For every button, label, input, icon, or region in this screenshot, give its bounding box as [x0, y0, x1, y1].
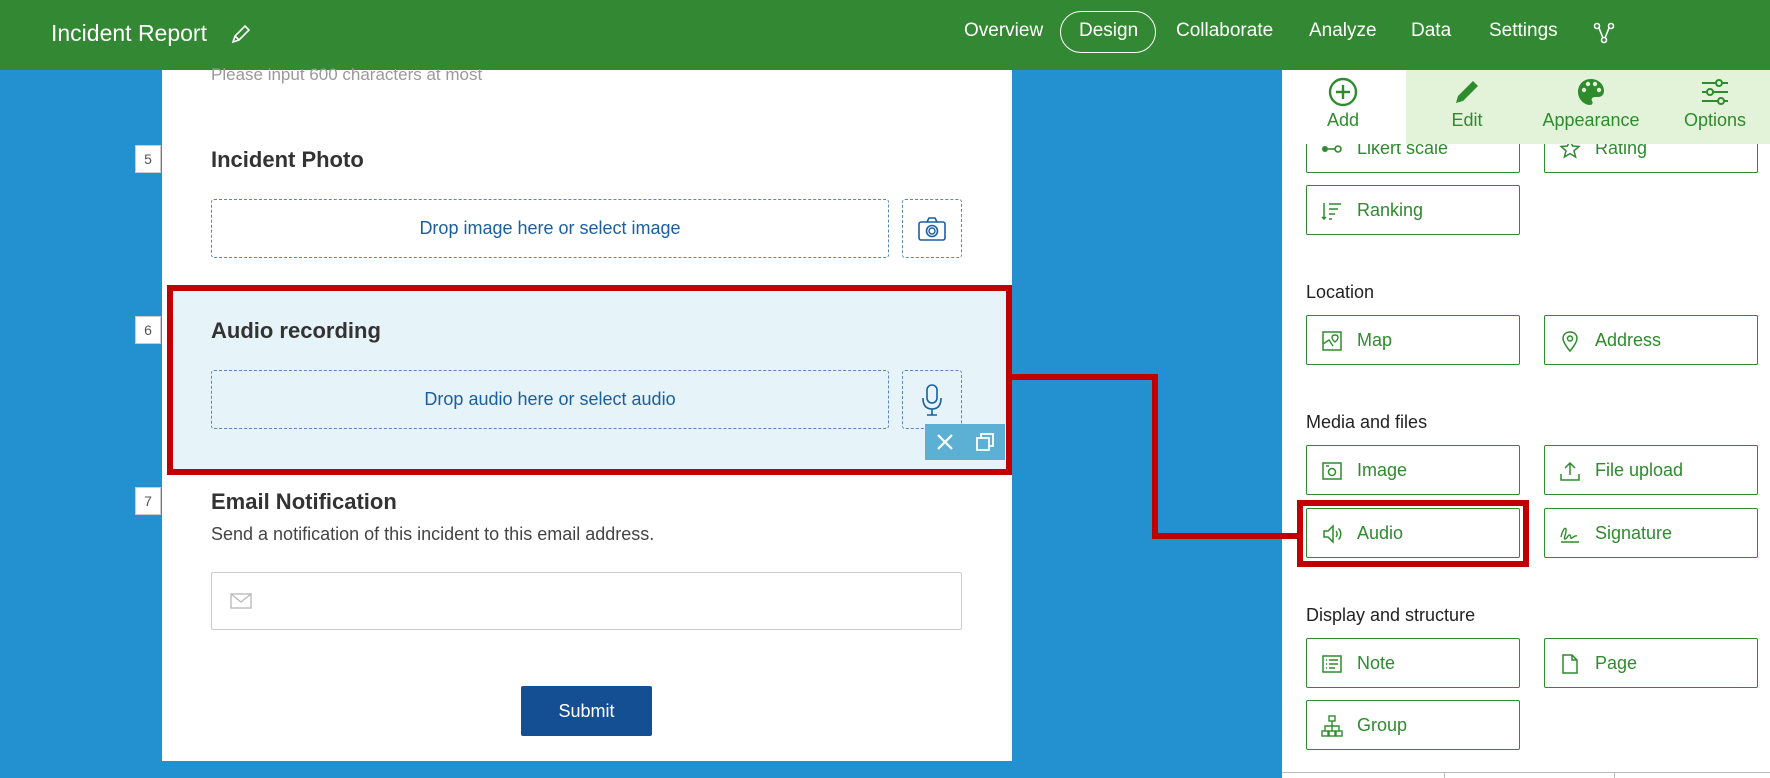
group-label: Group — [1357, 715, 1408, 735]
nav-design[interactable]: Design — [1079, 20, 1138, 42]
add-group-button[interactable]: Group — [1306, 700, 1520, 750]
section-media: Media and files — [1306, 412, 1428, 432]
add-file-upload-button[interactable]: File upload — [1544, 445, 1758, 495]
image-icon — [1322, 462, 1342, 480]
note-icon — [1322, 655, 1342, 673]
app-title: Incident Report — [51, 20, 207, 46]
question-number: 7 — [135, 487, 161, 515]
add-image-button[interactable]: Image — [1306, 445, 1520, 495]
signature-label: Signature — [1595, 523, 1673, 543]
tab-edit[interactable]: Edit — [1412, 76, 1522, 142]
note-label: Note — [1357, 653, 1396, 673]
nav-collaborate[interactable]: Collaborate — [1176, 20, 1273, 42]
share-icon[interactable] — [1591, 20, 1617, 46]
signature-icon — [1560, 527, 1579, 543]
highlight-connector — [1010, 374, 1158, 380]
nav-settings[interactable]: Settings — [1489, 20, 1558, 42]
question-title-audio: Audio recording — [211, 318, 381, 343]
highlight-connector — [1152, 533, 1300, 539]
add-signature-button[interactable]: Signature — [1544, 508, 1758, 558]
tab-options[interactable]: Options — [1660, 76, 1770, 142]
camera-button[interactable] — [902, 199, 962, 258]
section-location: Location — [1306, 282, 1375, 302]
tab-options-label: Options — [1683, 110, 1747, 130]
ranking-icon — [1321, 203, 1341, 221]
add-address-button[interactable]: Address — [1544, 315, 1758, 365]
question-description: Send a notification of this incident to … — [211, 524, 655, 544]
sliders-icon — [1702, 79, 1728, 105]
question-number: 5 — [135, 145, 161, 173]
add-page-button[interactable]: Page — [1544, 638, 1758, 688]
question-actions — [925, 424, 1005, 460]
page-icon — [1562, 654, 1578, 674]
mail-icon — [230, 593, 252, 609]
top-bar: Incident Report Overview Design Collabor… — [0, 0, 1770, 70]
tab-appearance-label: Appearance — [1542, 110, 1640, 130]
section-display: Display and structure — [1306, 605, 1476, 625]
question-title-email: Email Notification — [211, 489, 397, 514]
question-number: 6 — [135, 316, 161, 344]
upload-icon — [1560, 461, 1580, 481]
add-audio-button[interactable]: Audio — [1306, 508, 1520, 558]
nav-data[interactable]: Data — [1411, 20, 1451, 42]
panel-tabs-overlay: Add Edit Appearance Options — [1282, 70, 1770, 144]
nav-overview[interactable]: Overview — [964, 20, 1043, 42]
pencil-icon — [1456, 81, 1478, 103]
tab-edit-label: Edit — [1451, 110, 1483, 130]
image-drop-zone[interactable]: Drop image here or select image — [211, 199, 889, 258]
address-label: Address — [1595, 330, 1662, 350]
image-label: Image — [1357, 460, 1408, 480]
group-icon — [1321, 715, 1343, 737]
nav-analyze[interactable]: Analyze — [1309, 20, 1377, 42]
map-icon — [1322, 331, 1342, 351]
ranking-label: Ranking — [1357, 200, 1424, 220]
camera-icon — [918, 216, 946, 241]
page-label: Page — [1595, 653, 1638, 673]
tab-add-label: Add — [1326, 110, 1360, 130]
pencil-icon[interactable] — [229, 22, 253, 46]
add-circle-icon — [1328, 77, 1358, 107]
palette-icon — [1578, 79, 1604, 105]
duplicate-question-icon[interactable] — [975, 432, 995, 452]
audio-drop-zone[interactable]: Drop audio here or select audio — [211, 370, 889, 429]
speaker-icon — [1323, 524, 1342, 544]
map-label: Map — [1357, 330, 1393, 350]
add-map-button[interactable]: Map — [1306, 315, 1520, 365]
char-limit-hint: Please input 600 characters at most — [211, 65, 483, 84]
email-field[interactable] — [211, 572, 962, 630]
location-pin-icon — [1562, 331, 1578, 352]
tab-appearance[interactable]: Appearance — [1536, 76, 1646, 142]
tab-add[interactable]: Add — [1288, 76, 1398, 142]
microphone-icon — [922, 383, 942, 416]
add-ranking-button[interactable]: Ranking — [1306, 185, 1520, 235]
delete-question-icon[interactable] — [935, 432, 955, 452]
panel-bottom-divider — [1282, 772, 1770, 778]
question-title-photo: Incident Photo — [211, 147, 364, 172]
record-audio-button[interactable] — [902, 370, 962, 429]
audio-label: Audio — [1357, 523, 1404, 543]
highlight-connector — [1152, 374, 1158, 539]
file-upload-label: File upload — [1595, 460, 1684, 480]
submit-button[interactable]: Submit — [521, 686, 652, 736]
add-note-button[interactable]: Note — [1306, 638, 1520, 688]
